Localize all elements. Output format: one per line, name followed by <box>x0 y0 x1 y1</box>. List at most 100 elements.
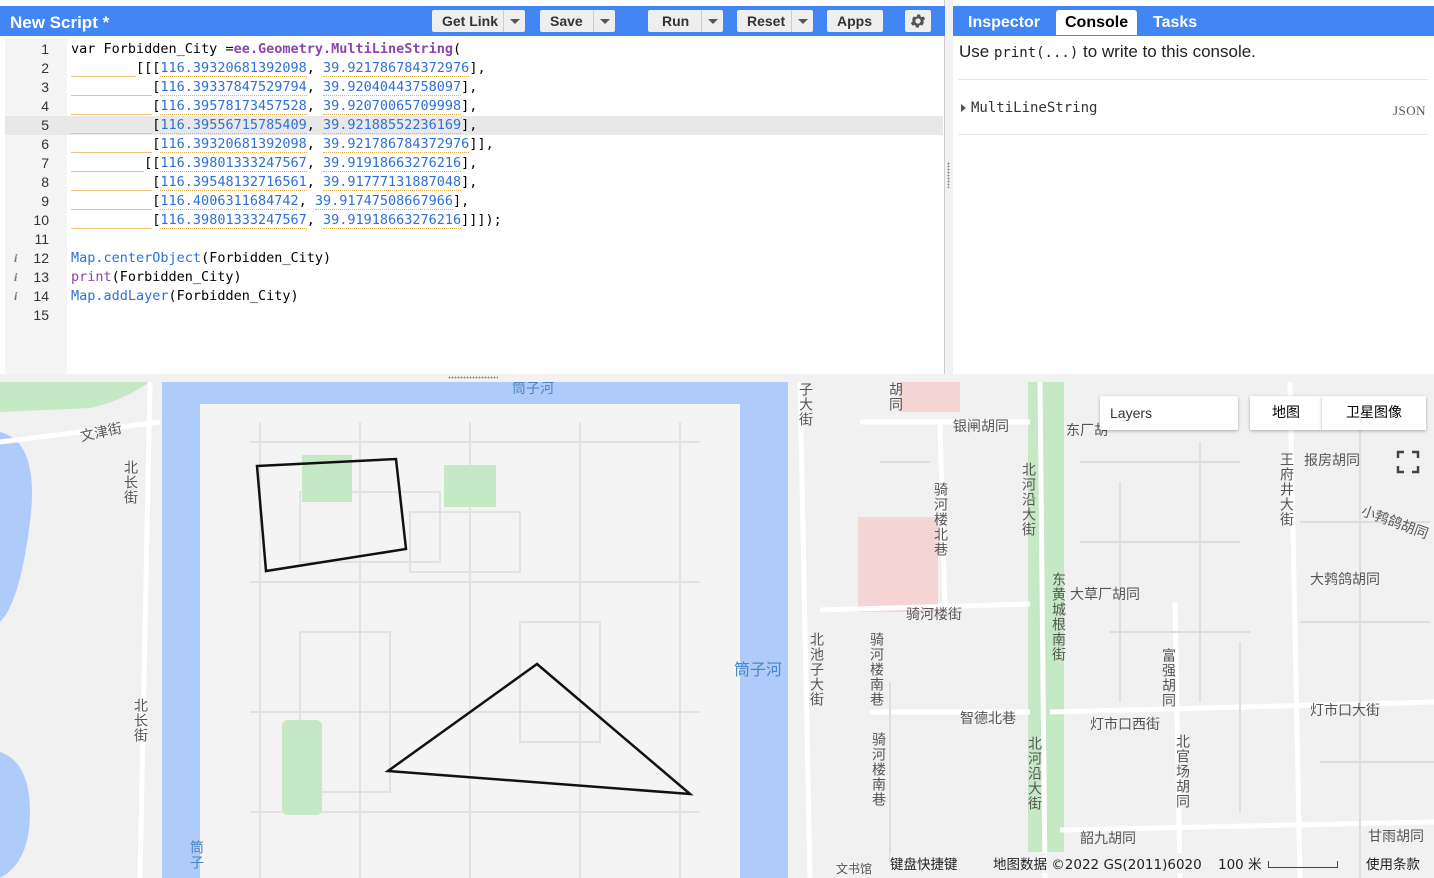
code-line[interactable]: 3 [116.39337847529794, 39.92040443758097… <box>5 78 943 97</box>
right-tabs: Inspector Console Tasks <box>953 6 1434 36</box>
tab-inspector[interactable]: Inspector <box>959 10 1049 35</box>
code-token: , <box>306 136 323 152</box>
get-link-button[interactable]: Get Link <box>432 10 525 32</box>
save-label: Save <box>550 13 583 29</box>
block-pink <box>900 382 960 412</box>
reset-button[interactable]: Reset <box>737 10 813 32</box>
layers-label: Layers <box>1110 405 1153 421</box>
gear-icon <box>910 14 926 28</box>
code-line[interactable]: 6 [116.39320681392098, 39.92178678437297… <box>5 135 943 154</box>
code-line[interactable]: 9 [116.4006311684742, 39.91747508667966]… <box>5 192 943 211</box>
code-token: ], <box>461 174 478 190</box>
code-editor-panel: New Script * Get Link Save Run Reset App… <box>0 0 945 374</box>
line-text: [116.39548132716561, 39.91777131887048], <box>71 173 477 192</box>
get-link-dropdown[interactable] <box>503 10 525 32</box>
editor-toolbar: New Script * Get Link Save Run Reset App… <box>0 6 945 36</box>
info-icon: i <box>14 251 18 265</box>
code-token: , <box>306 155 323 171</box>
line-text: [[116.39801333247567, 39.91918663276216]… <box>71 154 477 173</box>
script-title[interactable]: New Script * <box>10 13 109 33</box>
park-2 <box>444 465 496 507</box>
code-area[interactable]: 1 var Forbidden_City =ee.Geometry.MultiLi… <box>5 38 943 374</box>
line-text: [116.39337847529794, 39.92040443758097], <box>71 78 477 97</box>
map-label: 骑河楼南巷 <box>868 632 884 707</box>
info-icon: i <box>14 289 18 303</box>
code-line[interactable]: 2 [[[116.39320681392098, 39.921786784372… <box>5 59 943 78</box>
code-line[interactable]: 15 <box>5 306 943 325</box>
code-token: 39.921786784372976 <box>323 60 470 77</box>
run-label: Run <box>662 13 690 29</box>
code-line[interactable]: 8 [116.39548132716561, 39.91777131887048… <box>5 173 943 192</box>
fullscreen-button[interactable] <box>1394 448 1422 476</box>
code-token <box>71 155 145 172</box>
tab-console[interactable]: Console <box>1056 10 1138 35</box>
run-dropdown[interactable] <box>701 10 723 32</box>
code-line[interactable]: 12 i Map.centerObject(Forbidden_City) <box>5 249 943 268</box>
code-token: Map <box>71 288 96 304</box>
horizontal-splitter[interactable] <box>0 374 1434 382</box>
code-token: 116.39801333247567 <box>160 155 307 172</box>
map-label: 灯市口大街 <box>1310 703 1380 719</box>
code-line[interactable]: 5 [116.39556715785409, 39.92188552236169… <box>5 116 943 135</box>
line-number: 6 <box>41 136 49 152</box>
code-token: [[ <box>144 155 161 171</box>
code-line[interactable]: 11 <box>5 230 943 249</box>
map-type-satellite[interactable]: 卫星图像 <box>1322 396 1426 430</box>
code-token: , <box>306 117 323 133</box>
code-token: 39.91918663276216 <box>323 155 462 172</box>
map-label: 灯市口西街 <box>1090 717 1160 733</box>
code-line[interactable]: 1 var Forbidden_City =ee.Geometry.MultiLi… <box>5 40 943 59</box>
code-line[interactable]: 13 i print(Forbidden_City) <box>5 268 943 287</box>
code-token: ], <box>461 117 478 133</box>
fullscreen-icon <box>1396 450 1420 474</box>
reset-dropdown[interactable] <box>791 10 813 32</box>
map-label: 甘雨胡同 <box>1368 829 1424 845</box>
line-number: 13 <box>33 269 49 285</box>
park-3 <box>282 720 322 815</box>
map-label: 大鹁鸽胡同 <box>1310 572 1380 588</box>
line-number: 8 <box>41 174 49 190</box>
expand-triangle-icon[interactable] <box>961 104 966 112</box>
line-text: [116.39556715785409, 39.92188552236169], <box>71 116 477 135</box>
layers-control[interactable]: Layers <box>1100 396 1238 430</box>
code-token <box>71 117 153 134</box>
reset-label: Reset <box>747 13 786 29</box>
code-token: , <box>306 212 323 228</box>
save-button[interactable]: Save <box>540 10 615 32</box>
chevron-down-icon <box>797 18 808 24</box>
line-number: 15 <box>33 307 49 323</box>
code-token <box>71 136 153 153</box>
map-label: 北河沿大街 <box>1026 736 1042 811</box>
code-token: ]], <box>469 136 494 152</box>
line-number: 9 <box>41 193 49 209</box>
run-button[interactable]: Run <box>648 10 723 32</box>
divider <box>958 134 1428 135</box>
map-label: 北官场胡同 <box>1174 734 1190 809</box>
keyboard-shortcuts-link[interactable]: 键盘快捷键 <box>890 853 958 873</box>
code-line[interactable]: 10 [116.39801333247567, 39.9191866327621… <box>5 211 943 230</box>
code-token: 39.91918663276216 <box>323 212 462 229</box>
map-label: 骑河楼街 <box>906 607 962 623</box>
map-canvas[interactable]: 文津街 北长街 北长街 筒子河 筒子河 筒子 子大街 胡同 银闸胡同 骑河楼北巷… <box>0 382 1434 878</box>
console-output-item[interactable]: MultiLineString <box>961 100 1097 116</box>
json-link[interactable]: JSON <box>1393 103 1426 119</box>
code-line[interactable]: 7 [[116.39801333247567, 39.9191866327621… <box>5 154 943 173</box>
code-token: var <box>71 41 96 57</box>
code-token: ], <box>469 60 486 76</box>
settings-button[interactable] <box>905 10 931 32</box>
vertical-splitter[interactable] <box>945 0 953 374</box>
code-token: ]]]); <box>461 212 502 228</box>
apps-label: Apps <box>837 13 872 29</box>
line-text: [116.39578173457528, 39.92070065709998], <box>71 97 477 116</box>
line-text: [[[116.39320681392098, 39.92178678437297… <box>71 59 486 78</box>
map-type-roadmap[interactable]: 地图 <box>1250 396 1322 430</box>
tab-tasks[interactable]: Tasks <box>1144 10 1206 35</box>
apps-button[interactable]: Apps <box>827 10 883 32</box>
save-dropdown[interactable] <box>593 10 615 32</box>
code-line[interactable]: 4 [116.39578173457528, 39.92070065709998… <box>5 97 943 116</box>
code-line[interactable]: 14 i Map.addLayer(Forbidden_City) <box>5 287 943 306</box>
terms-link[interactable]: 使用条款 <box>1366 853 1420 873</box>
map-label: 大草厂胡同 <box>1070 587 1140 603</box>
code-token: , <box>306 98 323 114</box>
line-number: 12 <box>33 250 49 266</box>
